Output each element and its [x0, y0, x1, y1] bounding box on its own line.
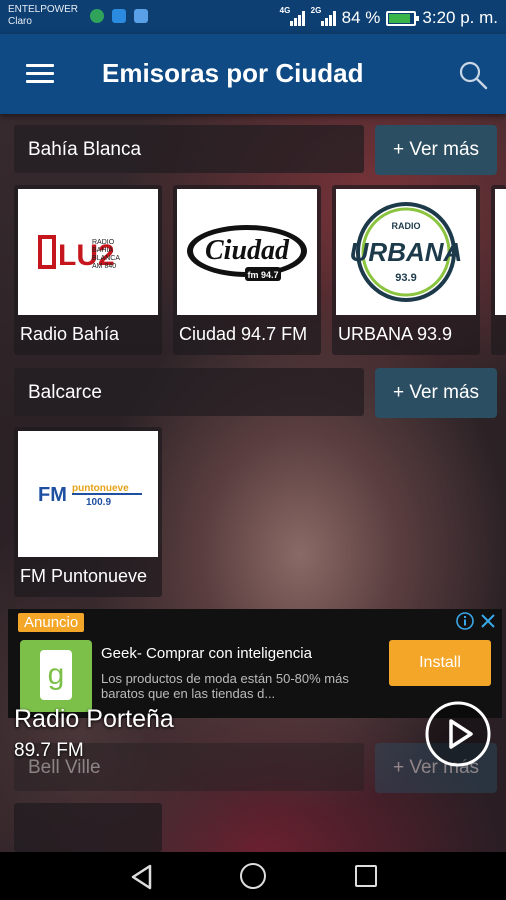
svg-text:fm 94.7: fm 94.7 [247, 270, 278, 280]
network-type-1: 4G [279, 6, 291, 15]
clock: 3:20 p. m. [422, 8, 498, 27]
carrier-primary: ENTELPOWER [8, 4, 79, 15]
carrier-secondary: Claro [8, 16, 32, 27]
svg-text:BLANCA: BLANCA [92, 255, 120, 262]
svg-text:RADIO: RADIO [92, 239, 115, 246]
search-icon[interactable] [458, 60, 488, 90]
svg-text:puntonueve: puntonueve [72, 483, 129, 494]
station-card-partial[interactable] [491, 185, 506, 355]
station-card-fm-puntonueve[interactable]: FM puntonueve 100.9 FM Puntonueve [14, 427, 162, 597]
station-card-ciudad[interactable]: Ciudad fm 94.7 Ciudad 94.7 FM [173, 185, 321, 355]
carrier-info: ENTELPOWER Claro [8, 4, 78, 28]
svg-text:URBANA: URBANA [350, 237, 463, 267]
ver-mas-button[interactable]: + Ver más [375, 368, 497, 418]
section-title: Bahía Blanca [28, 139, 142, 160]
install-button[interactable]: Install [389, 640, 491, 686]
section-header-balcarce: Balcarce [14, 368, 364, 416]
recent-apps-icon[interactable] [355, 865, 377, 887]
svg-text:93.9: 93.9 [395, 272, 416, 284]
now-playing-name: Radio Porteña [14, 705, 174, 733]
signal-4g-icon: 4G [280, 6, 305, 26]
upload-icon [112, 9, 126, 23]
ad-description: Los productos de moda están 50-80% más b… [101, 671, 349, 701]
info-icon[interactable] [456, 612, 474, 630]
ad-choices[interactable] [456, 612, 496, 630]
station-name: Radio Bahía [20, 324, 120, 344]
svg-text:g: g [48, 658, 65, 691]
battery-fill [389, 13, 410, 23]
station-logo [495, 189, 506, 315]
play-button[interactable] [424, 700, 492, 768]
station-name: URBANA 93.9 [338, 324, 453, 344]
svg-text:FM: FM [38, 484, 67, 506]
back-icon[interactable] [130, 864, 154, 890]
station-card-urbana[interactable]: RADIO URBANA 93.9 URBANA 93.9 [332, 185, 480, 355]
ver-mas-button[interactable]: + Ver más [375, 125, 497, 175]
svg-text:AM 840: AM 840 [92, 263, 116, 270]
section-header-bahia-blanca: Bahía Blanca [14, 125, 364, 173]
station-name: FM Puntonueve [20, 566, 148, 586]
page-title: Emisoras por Ciudad [102, 58, 364, 88]
station-logo: LU2 RADIO BAHIA BLANCA AM 840 [18, 189, 158, 315]
close-icon[interactable] [480, 613, 496, 629]
network-type-2: 2G [310, 6, 322, 15]
image-icon [134, 9, 148, 23]
status-bar: ENTELPOWER Claro 4G 2G 84 % 3:20 p. m. [0, 0, 506, 34]
station-name: Ciudad 94.7 FM [179, 324, 308, 344]
station-card-partial[interactable] [14, 803, 162, 852]
station-card-radio-bahia[interactable]: LU2 RADIO BAHIA BLANCA AM 840 Radio Bahí… [14, 185, 162, 355]
notification-icons [90, 9, 148, 23]
now-playing-frequency: 89.7 FM [14, 740, 84, 761]
home-icon[interactable] [240, 863, 266, 889]
svg-text:BAHIA: BAHIA [92, 247, 113, 254]
ad-badge: Anuncio [18, 613, 85, 632]
ad-title[interactable]: Geek- Comprar con inteligencia [101, 645, 312, 662]
globe-icon [90, 9, 104, 23]
battery-percent: 84 % [341, 8, 381, 27]
station-logo: Ciudad fm 94.7 [177, 189, 317, 315]
station-logo: FM puntonueve 100.9 [18, 431, 158, 557]
station-logo: RADIO URBANA 93.9 [336, 189, 476, 315]
ad-app-icon[interactable]: g [20, 640, 92, 712]
svg-text:Ciudad: Ciudad [205, 235, 290, 266]
svg-text:100.9: 100.9 [86, 497, 111, 508]
section-title: Balcarce [28, 382, 102, 403]
system-nav-bar [0, 852, 506, 900]
hamburger-menu-icon[interactable] [26, 64, 54, 84]
svg-text:RADIO: RADIO [392, 221, 421, 231]
battery-icon [386, 10, 420, 26]
signal-2g-icon: 2G [311, 6, 336, 26]
status-right: 4G 2G 84 % 3:20 p. m. [280, 6, 498, 28]
app-bar: Emisoras por Ciudad [0, 34, 506, 114]
